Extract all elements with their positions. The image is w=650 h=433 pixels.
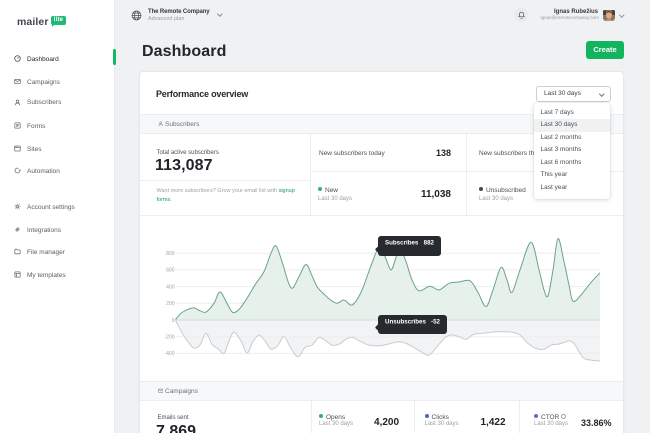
svg-text:-200: -200 <box>164 335 174 341</box>
svg-text:-400: -400 <box>164 351 174 357</box>
svg-text:400: 400 <box>166 284 175 290</box>
svg-text:600: 600 <box>166 268 175 274</box>
svg-text:800: 800 <box>166 251 175 257</box>
svg-text:200: 200 <box>166 301 175 307</box>
svg-text:0: 0 <box>172 318 175 324</box>
